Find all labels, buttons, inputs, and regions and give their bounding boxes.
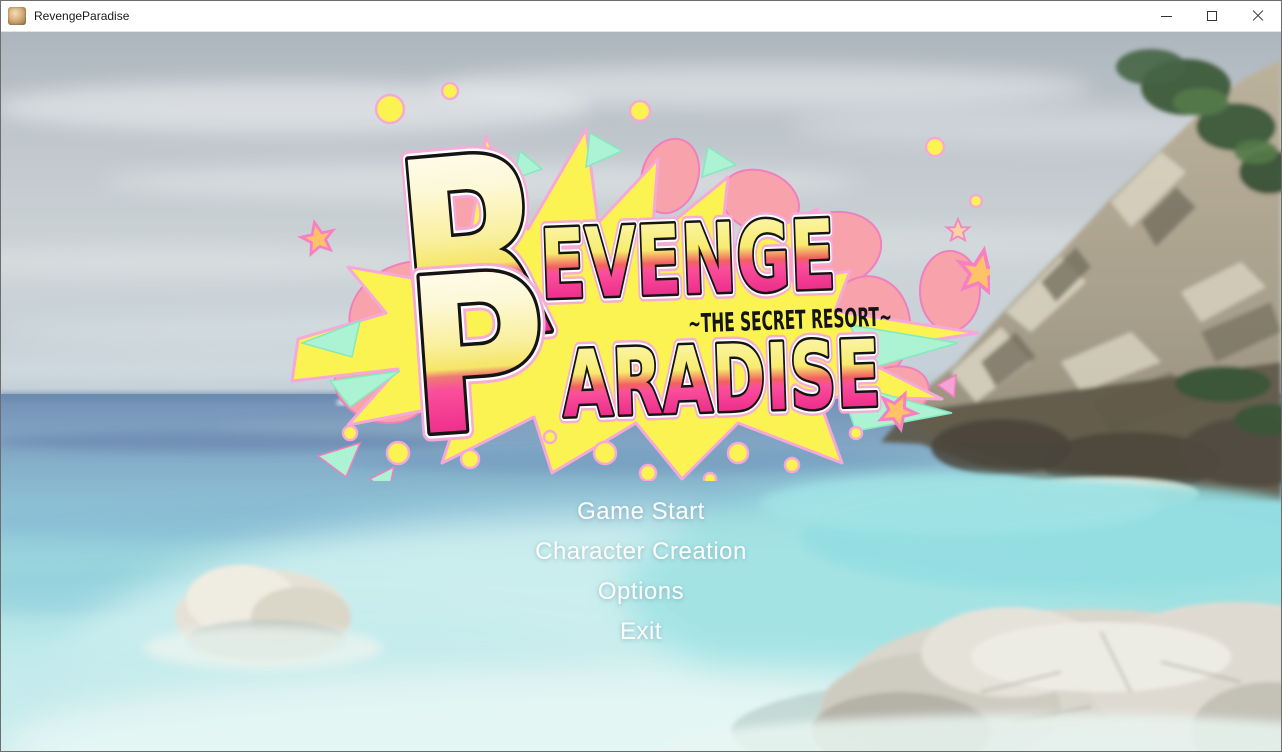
- app-window: RevengeParadise: [0, 0, 1282, 752]
- window-controls: [1143, 1, 1281, 31]
- logo-letter-p: P P P: [399, 225, 556, 481]
- maximize-icon: [1207, 11, 1217, 21]
- menu-item-game-start[interactable]: Game Start: [1, 492, 1281, 532]
- menu-item-exit[interactable]: Exit: [1, 612, 1281, 652]
- close-icon: [1252, 10, 1264, 22]
- svg-text:P: P: [399, 225, 556, 481]
- close-button[interactable]: [1235, 1, 1281, 31]
- minimize-icon: [1161, 16, 1172, 17]
- svg-text:EVENGE: EVENGE: [538, 199, 837, 321]
- window-app-icon: [8, 7, 26, 25]
- maximize-button[interactable]: [1189, 1, 1235, 31]
- window-title: RevengeParadise: [34, 9, 1143, 23]
- game-viewport: EVENGE EVENGE EVENGE R R R ~THE SECRET R…: [1, 32, 1281, 752]
- menu-item-character-creation[interactable]: Character Creation: [1, 532, 1281, 572]
- svg-text:ARADISE: ARADISE: [561, 320, 883, 438]
- logo-word-revenge: EVENGE EVENGE EVENGE: [538, 199, 837, 321]
- minimize-button[interactable]: [1143, 1, 1189, 31]
- logo-word-paradise: ARADISE ARADISE ARADISE: [561, 320, 883, 438]
- menu-item-options[interactable]: Options: [1, 572, 1281, 612]
- game-logo: EVENGE EVENGE EVENGE R R R ~THE SECRET R…: [290, 81, 990, 481]
- titlebar: RevengeParadise: [1, 1, 1281, 32]
- decor-pink-triangle: [938, 375, 956, 397]
- main-menu: Game Start Character Creation Options Ex…: [1, 492, 1281, 652]
